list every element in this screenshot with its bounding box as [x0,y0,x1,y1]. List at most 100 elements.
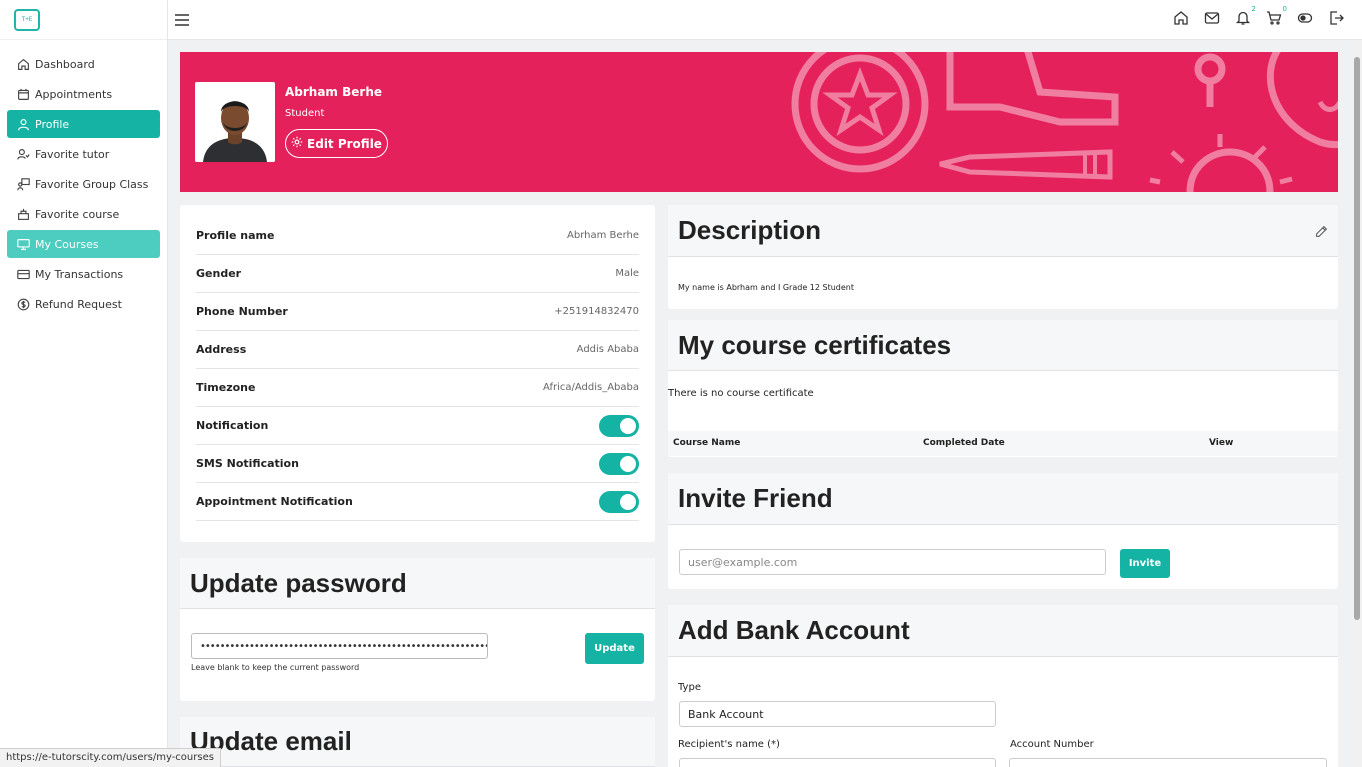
info-row-gender: Gender Male [196,255,639,293]
update-email-card: Update email [180,717,655,767]
bank-account-title: Add Bank Account [678,615,910,645]
menu-toggle-icon[interactable] [175,11,191,26]
sidebar-item-favorite-group-class[interactable]: Favorite Group Class [7,170,160,198]
description-title: Description [678,215,822,245]
cart-badge: 0 [1282,5,1287,13]
scrollbar-thumb[interactable] [1354,57,1360,620]
update-password-title: Update password [190,567,407,598]
home-icon[interactable] [1173,10,1189,26]
invite-email-input[interactable]: user@example.com [679,549,1106,575]
topbar-actions: 2 0 [1173,5,1344,26]
info-value: Africa/Addis_Ababa [542,382,639,393]
sidebar-item-refund-request[interactable]: Refund Request [7,290,160,318]
info-value: +251914832470 [554,306,639,317]
info-value: Male [615,268,639,279]
description-text: My name is Abrham and I Grade 12 Student [678,283,854,292]
info-row-address: Address Addis Ababa [196,331,639,369]
sidebar-item-my-courses[interactable]: My Courses [7,230,160,258]
status-bar-url: https://e-tutorscity.com/users/my-course… [0,748,221,767]
sidebar-item-label: Appointments [35,87,113,101]
info-row-appointment-notification: Appointment Notification [196,483,639,521]
avatar [195,82,275,162]
password-input[interactable]: ••••••••••••••••••••••••••••••••••••••••… [191,633,488,659]
bank-account-card: Add Bank Account Type Bank Account Recip… [668,605,1338,767]
recipient-input[interactable] [679,758,996,767]
info-label: Phone Number [196,305,288,318]
user-heart-icon [16,147,30,161]
sidebar-item-favorite-course[interactable]: Favorite course [7,200,160,228]
invite-button[interactable]: Invite [1120,549,1170,578]
info-value: Addis Ababa [576,344,639,355]
notification-badge: 2 [1251,5,1256,13]
sidebar-item-label: Favorite course [35,207,120,221]
info-row-phone: Phone Number +251914832470 [196,293,639,331]
sidebar-item-label: Profile [35,117,70,131]
logo-mark: T+E [14,8,40,31]
info-row-profile-name: Profile name Abrham Berhe [196,217,639,255]
card-header: My course certificates [668,320,1338,371]
card-header: Add Bank Account [668,605,1338,657]
user-icon [16,117,30,131]
profile-name: Abrham Berhe [285,85,383,99]
sidebar-item-label: My Transactions [35,267,124,281]
appointment-notification-toggle[interactable] [599,490,639,513]
certificates-card: My course certificates There is no cours… [668,320,1338,457]
toggle-view-icon[interactable] [1297,10,1313,26]
sidebar-item-label: Dashboard [35,57,95,71]
certificates-title: My course certificates [678,329,952,360]
certificates-table-header: Course Name Completed Date View [668,431,1338,456]
notification-toggle[interactable] [599,414,639,437]
account-number-label: Account Number [1010,739,1094,750]
sidebar-nav: Dashboard Appointments Profile Favorite … [0,50,167,318]
sidebar: T+E Dashboard Appointments Profile Favor… [0,0,168,767]
cart-icon[interactable]: 0 [1266,5,1287,26]
update-password-button[interactable]: Update [585,633,644,664]
monitor-icon [16,237,30,251]
sidebar-item-my-transactions[interactable]: My Transactions [7,260,160,288]
info-label: Address [196,343,247,356]
logo[interactable]: T+E [0,0,167,40]
group-class-icon [16,177,30,191]
profile-info-card: Profile name Abrham Berhe Gender Male Phon… [180,205,655,542]
column-view: View [1209,438,1234,448]
info-label: Appointment Notification [196,495,353,508]
edit-profile-button[interactable]: Edit Profile [285,129,388,158]
sms-notification-toggle[interactable] [599,452,639,475]
logo-text: T+E [21,16,33,23]
page-scrollbar[interactable] [1352,40,1362,767]
invite-friend-card: Invite Friend user@example.com Invite [668,473,1338,589]
card-header: Invite Friend [668,473,1338,525]
info-label: Profile name [196,229,275,242]
info-label: Notification [196,419,269,432]
profile-banner: Abrham Berhe Student Edit Profile [180,52,1338,192]
type-label: Type [678,682,701,693]
description-card: Description My name is Abrham and I Grad… [668,205,1338,309]
home-icon [16,57,30,71]
sidebar-item-dashboard[interactable]: Dashboard [7,50,160,78]
banner-decoration [791,52,1338,192]
mail-icon[interactable] [1204,10,1220,26]
info-value: Abrham Berhe [567,230,639,241]
info-label: Gender [196,267,242,280]
logout-icon[interactable] [1328,10,1344,26]
card-icon [16,267,30,281]
bell-icon[interactable]: 2 [1235,5,1256,26]
sidebar-item-label: My Courses [35,237,99,251]
info-row-sms-notification: SMS Notification [196,445,639,483]
sidebar-item-favorite-tutor[interactable]: Favorite tutor [7,140,160,168]
sidebar-item-label: Favorite Group Class [35,177,149,191]
edit-profile-label: Edit Profile [307,136,382,151]
sidebar-item-profile[interactable]: Profile [7,110,160,138]
dollar-icon [16,297,30,311]
card-header: Update email [180,717,655,767]
sidebar-item-label: Favorite tutor [35,147,110,161]
type-select[interactable]: Bank Account [679,701,996,727]
course-icon [16,207,30,221]
info-row-timezone: Timezone Africa/Addis_Ababa [196,369,639,407]
sidebar-item-appointments[interactable]: Appointments [7,80,160,108]
account-number-input[interactable] [1009,758,1327,767]
recipient-label: Recipient's name (*) [678,739,780,750]
column-course-name: Course Name [673,438,741,448]
pencil-icon[interactable] [1315,223,1328,237]
certificates-empty-message: There is no course certificate [668,388,814,399]
